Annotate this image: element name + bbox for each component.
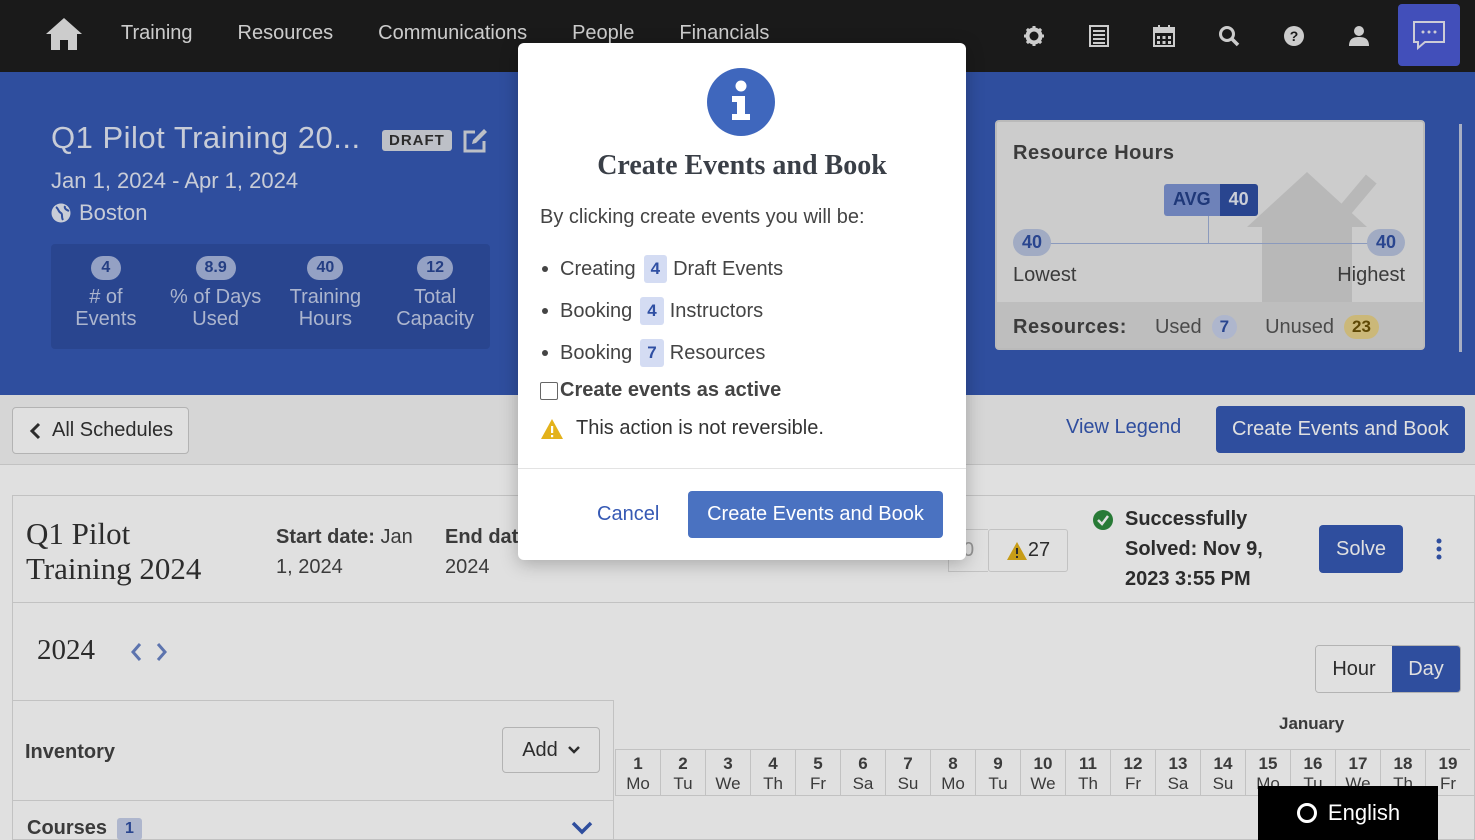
count-badge: 4 <box>643 255 668 283</box>
create-events-dialog: Create Events and Book By clicking creat… <box>518 43 966 560</box>
language-ring-icon <box>1296 803 1317 823</box>
create-active-label[interactable]: Create events as active <box>560 379 781 402</box>
language-label: English <box>1327 800 1401 825</box>
dialog-divider <box>518 468 966 469</box>
create-active-checkbox[interactable] <box>540 381 558 400</box>
warning-text: This action is not reversible. <box>576 417 824 439</box>
info-icon <box>707 68 775 136</box>
dialog-summary-list: Creating 4 Draft Events Booking 4 Instructor… <box>540 248 783 374</box>
warning-icon <box>541 418 563 439</box>
list-item: Creating 4 Draft Events <box>540 248 783 290</box>
irreversible-warning: This action is not reversible. <box>540 417 824 440</box>
count-badge: 7 <box>640 339 664 367</box>
count-badge: 4 <box>640 297 664 325</box>
dialog-intro: By clicking create events you will be: <box>540 206 865 228</box>
cancel-button[interactable]: Cancel <box>597 503 659 526</box>
confirm-create-button[interactable]: Create Events and Book <box>688 491 943 538</box>
language-selector[interactable]: English <box>1258 786 1438 840</box>
list-item: Booking 4 Instructors <box>540 290 783 332</box>
dialog-title: Create Events and Book <box>597 150 887 181</box>
create-active-option: Create events as active <box>540 379 781 402</box>
list-item: Booking 7 Resources <box>540 332 783 374</box>
